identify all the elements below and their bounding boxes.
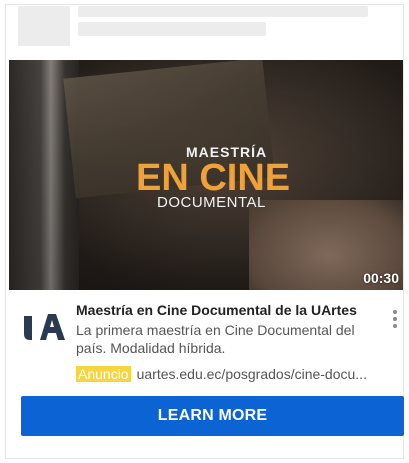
skeleton-avatar-placeholder [18,6,70,46]
video-title-main: EN CINE [136,157,291,199]
more-options-icon[interactable] [391,310,399,334]
uartes-logo-icon[interactable] [22,312,66,342]
learn-more-button[interactable]: LEARN MORE [21,396,404,436]
ad-url[interactable]: uartes.edu.ec/posgrados/cine-docu... [137,366,367,382]
skeleton-line-placeholder [78,22,266,36]
ad-title[interactable]: Maestría en Cine Documental de la UArtes [76,302,357,318]
ad-badge: Anuncio [76,366,131,382]
video-player[interactable]: MAESTRÍA EN CINE DOCUMENTAL 00:30 [9,60,403,290]
ad-meta-line: Anuncio uartes.edu.ec/posgrados/cine-docu… [76,366,367,382]
skeleton-line-placeholder [78,6,368,17]
ad-description: La primera maestría en Cine Documental d… [76,322,355,356]
video-title-bottom: DOCUMENTAL [157,194,266,211]
video-duration: 00:30 [363,270,399,286]
